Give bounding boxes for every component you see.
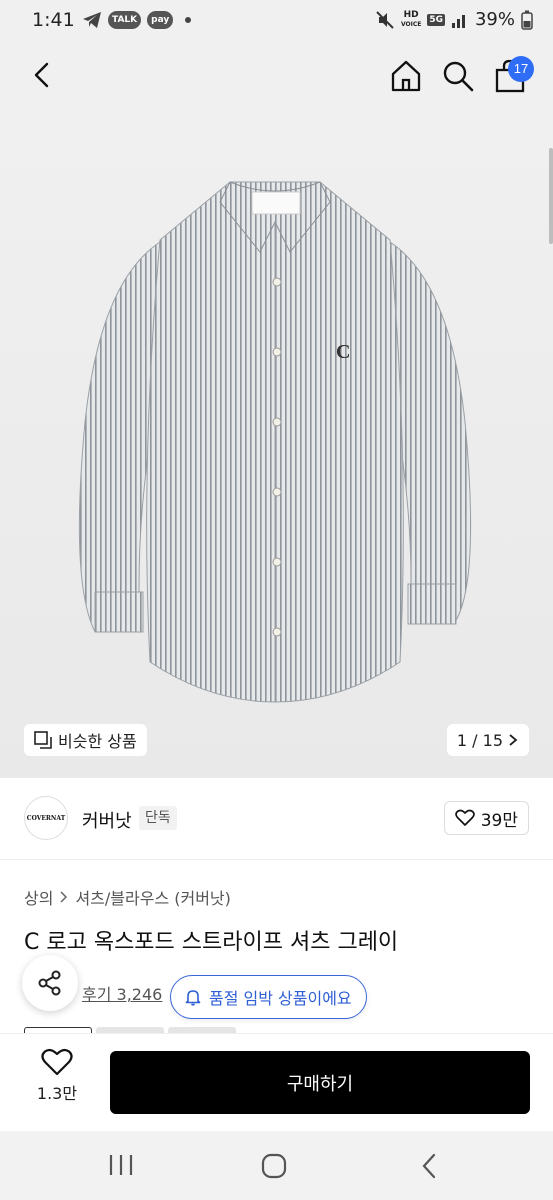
exclusive-tag: 단독 <box>139 806 177 830</box>
brand-like-button[interactable]: 39만 <box>443 801 529 835</box>
status-time: 1:41 <box>32 9 75 31</box>
kakaopay-icon: pay <box>147 11 174 29</box>
notification-icons: TALK pay <box>82 11 192 29</box>
home-nav-icon[interactable] <box>261 1153 287 1179</box>
chevron-right-icon <box>60 891 68 903</box>
share-button[interactable] <box>22 955 78 1011</box>
battery-percent: 39% <box>474 9 515 30</box>
brand-name[interactable]: 커버낫 <box>82 807 132 833</box>
image-pager[interactable]: 1 / 15 <box>446 724 529 756</box>
system-status-icons: HD VOICE 5G 39% <box>375 9 533 30</box>
signal-icon <box>451 14 465 28</box>
brand-logo[interactable]: COVERNAT <box>24 796 68 840</box>
review-link[interactable]: 후기 3,246 <box>82 981 162 1005</box>
breadcrumb-subcategory[interactable]: 셔츠/블라우스 (커버낫) <box>75 885 230 909</box>
network-5g-icon: 5G <box>427 13 445 26</box>
breadcrumb-category[interactable]: 상의 <box>24 885 53 909</box>
back-nav-icon[interactable] <box>418 1153 442 1179</box>
product-title: C 로고 옥스포드 스트라이프 셔츠 그레이 <box>24 930 399 955</box>
breadcrumb: 상의 셔츠/블라우스 (커버낫) <box>24 885 231 909</box>
brand-like-count: 39만 <box>480 810 518 831</box>
kakaotalk-icon: TALK <box>108 11 142 29</box>
copy-icon <box>34 731 52 749</box>
top-navigation: 17 <box>0 44 553 112</box>
product-image[interactable]: C <box>40 162 510 722</box>
similar-products-label: 비슷한 상품 <box>58 732 137 751</box>
telegram-icon <box>83 12 101 28</box>
buy-button[interactable]: 구매하기 <box>110 1051 530 1114</box>
search-icon[interactable] <box>440 58 476 94</box>
low-stock-notice[interactable]: 품절 임박 상품이에요 <box>170 975 367 1019</box>
battery-icon <box>521 10 533 30</box>
heart-icon <box>454 809 475 826</box>
mute-icon <box>376 10 394 29</box>
chevron-right-icon <box>509 734 518 746</box>
status-bar: 1:41 TALK pay HD VOICE 5G 39% <box>0 0 553 44</box>
product-image-gallery[interactable]: C 비슷한 상품 1 / 15 <box>0 112 553 778</box>
pager-text: 1 / 15 <box>456 730 503 750</box>
purchase-action-bar: 1.3만 구매하기 <box>0 1033 553 1131</box>
brand-row: COVERNAT 커버낫 단독 39만 <box>0 778 553 860</box>
wishlist-button[interactable]: 1.3만 <box>22 1048 92 1118</box>
shirt-logo: C <box>336 341 350 363</box>
system-navigation-bar <box>0 1131 553 1200</box>
scrollbar <box>549 148 553 244</box>
similar-products-button[interactable]: 비슷한 상품 <box>24 724 147 756</box>
more-notifications-dot <box>185 17 192 23</box>
share-icon <box>38 970 61 996</box>
bell-icon <box>185 990 201 1006</box>
low-stock-text: 품절 임박 상품이에요 <box>209 989 352 1008</box>
home-icon[interactable] <box>388 58 424 94</box>
heart-icon <box>41 1048 73 1076</box>
cart-count-badge: 17 <box>508 56 534 82</box>
back-icon[interactable] <box>26 58 60 92</box>
wishlist-count: 1.3만 <box>36 1084 78 1103</box>
hd-voice-icon: HD VOICE <box>400 9 422 28</box>
recent-apps-icon[interactable] <box>108 1153 134 1177</box>
